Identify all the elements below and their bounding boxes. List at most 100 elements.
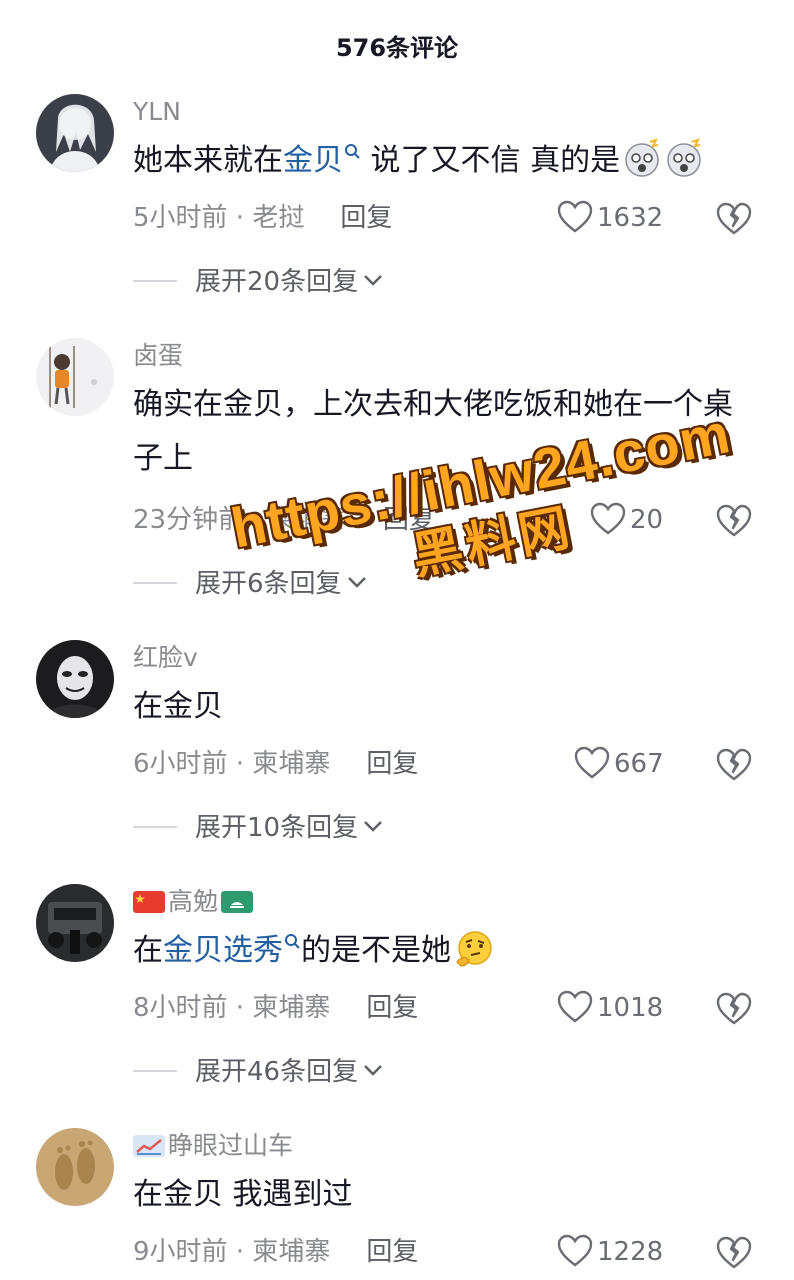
chevron-down-icon <box>364 275 382 286</box>
expand-replies-button[interactable]: 展开20条回复 <box>133 262 384 302</box>
comment-meta: 8小时前 · 柬埔寨 回复 <box>133 988 418 1028</box>
location: 老挝 <box>252 203 305 233</box>
dislike-button[interactable] <box>716 500 752 540</box>
heart-icon <box>557 990 593 1023</box>
meta-separator: · <box>227 1237 253 1267</box>
timestamp: 9小时前 <box>133 1237 228 1267</box>
shocked-face-icon <box>625 138 659 177</box>
comment-text-part: 在 <box>133 933 163 968</box>
location: 柬埔寨 <box>252 993 331 1023</box>
search-link[interactable]: 金贝选秀 <box>163 933 301 968</box>
like-count: 667 <box>614 749 664 779</box>
broken-heart-icon <box>716 504 752 537</box>
username[interactable]: 红脸v <box>133 640 198 676</box>
comment-text: 在金贝选秀 的是不是她 <box>133 924 763 978</box>
username-text[interactable]: 高勉 <box>168 887 218 916</box>
like-button[interactable]: 1228 <box>557 1232 663 1272</box>
avatar[interactable] <box>36 338 114 416</box>
divider <box>133 582 177 584</box>
avatar[interactable] <box>36 94 114 172</box>
comment-text-part: 说了又不信 真的是 <box>361 143 621 178</box>
meta-separator: · <box>227 993 253 1023</box>
divider <box>133 280 177 282</box>
search-icon <box>285 934 300 949</box>
comment-text: 在金贝 我遇到过 <box>133 1177 353 1212</box>
like-count: 20 <box>630 505 664 535</box>
location: 柬埔寨 <box>252 749 331 779</box>
heart-icon <box>574 746 610 779</box>
expand-replies-label: 展开46条回复 <box>195 1057 359 1087</box>
china-flag-icon <box>133 891 165 913</box>
dislike-button[interactable] <box>716 988 752 1028</box>
reply-button[interactable]: 回复 <box>366 993 418 1023</box>
meta-separator: · <box>227 749 253 779</box>
like-button[interactable]: 1632 <box>557 198 663 238</box>
comment-text-part: 的是不是她 <box>301 933 451 968</box>
dislike-button[interactable] <box>716 198 752 238</box>
reply-button[interactable]: 回复 <box>340 203 392 233</box>
comment-text-part: 她本来就在 <box>133 143 283 178</box>
broken-heart-icon <box>716 992 752 1025</box>
broken-heart-icon <box>716 748 752 781</box>
timestamp: 8小时前 <box>133 993 228 1023</box>
avatar[interactable] <box>36 884 114 962</box>
chart-badge-icon <box>133 1135 165 1157</box>
comment-meta: 5小时前 · 老挝 回复 <box>133 198 392 238</box>
divider <box>133 826 177 828</box>
comment-text: 确实在金贝，上次去和大佬吃饭和她在一个桌子上 <box>133 387 733 476</box>
avatar[interactable] <box>36 1128 114 1206</box>
expand-replies-button[interactable]: 展开10条回复 <box>133 808 384 848</box>
broken-heart-icon <box>716 1236 752 1269</box>
broken-heart-icon <box>716 202 752 235</box>
like-button[interactable]: 667 <box>574 744 664 784</box>
expand-replies-label: 展开10条回复 <box>195 813 359 843</box>
shocked-face-icon <box>667 138 701 177</box>
username[interactable]: 卤蛋 <box>133 338 183 374</box>
search-link[interactable]: 金贝 <box>283 143 361 178</box>
username[interactable]: YLN <box>133 94 181 130</box>
username[interactable]: 高勉 <box>133 884 256 920</box>
like-count: 1018 <box>597 993 664 1023</box>
search-link-text[interactable]: 金贝选秀 <box>163 933 283 968</box>
like-button[interactable]: 20 <box>590 500 663 540</box>
heart-icon <box>557 1234 593 1267</box>
comment-meta: 9小时前 · 柬埔寨 回复 <box>133 1232 418 1272</box>
meta-separator: · <box>227 203 253 233</box>
search-link-text[interactable]: 金贝 <box>283 143 343 178</box>
location: 柬埔寨 <box>252 1237 331 1267</box>
timestamp: 5小时前 <box>133 203 228 233</box>
divider <box>133 1070 177 1072</box>
comment-count-title: 576条评论 <box>335 34 459 62</box>
username[interactable]: 睁眼过山车 <box>133 1128 293 1164</box>
timestamp: 23分钟前 <box>133 505 245 535</box>
reply-button[interactable]: 回复 <box>366 1237 418 1267</box>
heart-icon <box>557 200 593 233</box>
like-button[interactable]: 1018 <box>557 988 663 1028</box>
comment-meta: 23分钟前 · 柬埔寨 回复 <box>133 500 435 540</box>
expand-replies-button[interactable]: 展开6条回复 <box>133 564 368 604</box>
meta-separator: · <box>244 505 269 535</box>
reply-button[interactable]: 回复 <box>383 505 435 535</box>
timestamp: 6小时前 <box>133 749 228 779</box>
dislike-button[interactable] <box>716 1232 752 1272</box>
location: 柬埔寨 <box>268 505 347 535</box>
comment-text: 在金贝 <box>133 689 223 724</box>
thinking-face-icon <box>456 931 492 967</box>
expand-replies-button[interactable]: 展开46条回复 <box>133 1052 384 1092</box>
comment-text: 她本来就在金贝 说了又不信 真的是 <box>133 134 763 188</box>
chevron-down-icon <box>347 577 366 588</box>
like-count: 1228 <box>597 1237 664 1267</box>
comment-meta: 6小时前 · 柬埔寨 回复 <box>133 744 418 784</box>
macau-flag-icon <box>221 891 254 913</box>
chevron-down-icon <box>364 821 382 832</box>
like-count: 1632 <box>597 203 664 233</box>
search-icon <box>345 144 360 159</box>
expand-replies-label: 展开6条回复 <box>195 569 342 599</box>
expand-replies-label: 展开20条回复 <box>195 267 359 297</box>
dislike-button[interactable] <box>716 744 752 784</box>
chevron-down-icon <box>364 1065 382 1076</box>
avatar[interactable] <box>36 640 114 718</box>
reply-button[interactable]: 回复 <box>366 749 418 779</box>
heart-icon <box>590 502 626 535</box>
username-text[interactable]: 睁眼过山车 <box>168 1131 293 1160</box>
